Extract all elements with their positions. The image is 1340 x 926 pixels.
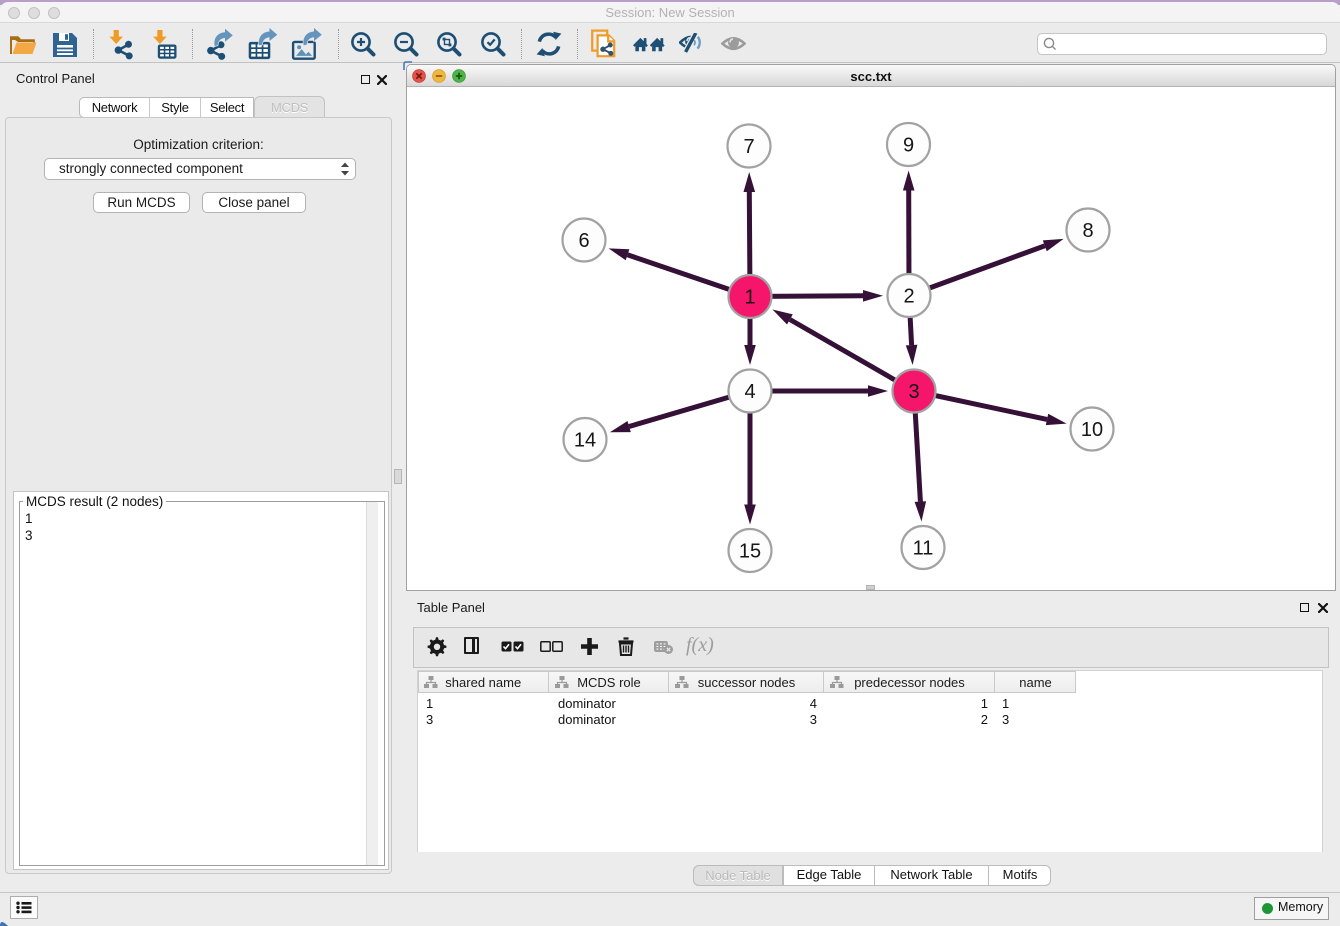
- svg-text:6: 6: [578, 230, 589, 252]
- svg-text:14: 14: [574, 430, 596, 452]
- svg-text:4: 4: [744, 381, 755, 403]
- svg-text:1: 1: [744, 287, 755, 309]
- svg-text:8: 8: [1082, 220, 1093, 242]
- svg-text:15: 15: [739, 541, 761, 563]
- svg-text:11: 11: [913, 538, 934, 560]
- svg-text:10: 10: [1081, 419, 1103, 441]
- svg-text:3: 3: [908, 381, 919, 403]
- svg-text:9: 9: [903, 135, 914, 157]
- svg-text:7: 7: [743, 136, 754, 158]
- svg-text:2: 2: [903, 286, 914, 308]
